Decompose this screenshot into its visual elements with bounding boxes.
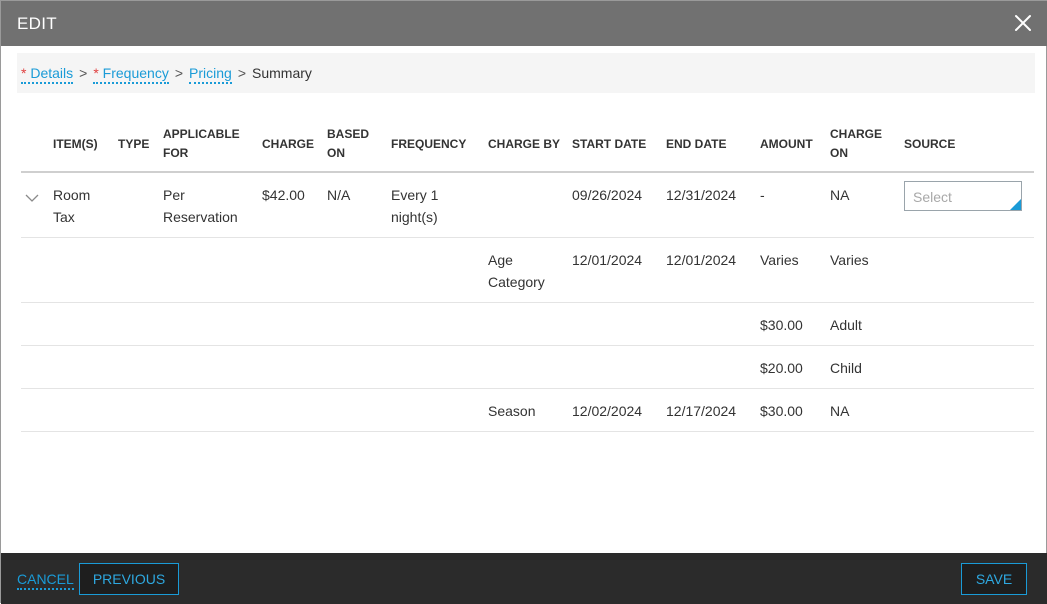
edit-dialog: EDIT * Details > * Frequency > Pricing > Summa… (0, 0, 1047, 604)
cell-amount: $30.00 (756, 302, 826, 346)
expand-column-header (21, 117, 49, 173)
cell-charge-by: Age Category (484, 237, 568, 303)
breadcrumb-separator: > (79, 65, 88, 81)
cell-charge: $42.00 (258, 172, 323, 238)
cell-end-date: 12/17/2024 (662, 388, 756, 432)
dialog-title: EDIT (17, 14, 57, 33)
table-row: Room Tax Per Reservation $42.00 N/A Ever… (21, 172, 1034, 238)
column-header-source: SOURCE (900, 117, 1034, 173)
cell-charge-on: NA (826, 172, 900, 238)
charges-table: ITEM(S) TYPE APPLICABLE FOR CHARGE BASED… (21, 117, 1034, 432)
cell-end-date: 12/31/2024 (662, 172, 756, 238)
cell-charge-by: Season (484, 388, 568, 432)
column-header-based-on: BASED ON (323, 117, 387, 173)
breadcrumb-summary: Summary (252, 65, 312, 81)
column-header-frequency: FREQUENCY (387, 117, 484, 173)
cell-applicable-for: Per Reservation (159, 172, 258, 238)
table-row: $20.00 Child (21, 345, 1034, 389)
breadcrumb-separator: > (237, 65, 246, 81)
table-row: Season 12/02/2024 12/17/2024 $30.00 NA (21, 388, 1034, 432)
dropdown-corner-icon (1010, 199, 1021, 210)
previous-button[interactable]: PREVIOUS (79, 563, 179, 595)
column-header-end-date: END DATE (662, 117, 756, 173)
dialog-footer: CANCEL PREVIOUS SAVE (1, 553, 1047, 604)
expand-cell (21, 172, 49, 238)
table-row: Age Category 12/01/2024 12/01/2024 Varie… (21, 237, 1034, 303)
required-marker: * (21, 65, 27, 81)
cell-item: Room Tax (49, 172, 114, 238)
breadcrumb-details[interactable]: * Details (21, 65, 74, 84)
source-select[interactable]: Select (904, 181, 1022, 211)
column-header-charge-by: CHARGE BY (484, 117, 568, 173)
cell-amount: $20.00 (756, 345, 826, 389)
column-header-amount: AMOUNT (756, 117, 826, 173)
cancel-link[interactable]: CANCEL (17, 571, 74, 590)
column-header-charge: CHARGE (258, 117, 323, 173)
cell-end-date: 12/01/2024 (662, 237, 756, 303)
column-header-type: TYPE (114, 117, 159, 173)
table-row: $30.00 Adult (21, 302, 1034, 346)
cell-charge-on: Varies (826, 237, 900, 303)
cell-based-on: N/A (323, 172, 387, 238)
cell-frequency: Every 1 night(s) (387, 172, 484, 238)
close-icon[interactable] (1012, 12, 1034, 34)
column-header-charge-on: CHARGE ON (826, 117, 900, 173)
dialog-titlebar: EDIT (1, 1, 1047, 46)
cell-amount: $30.00 (756, 388, 826, 432)
breadcrumb-frequency[interactable]: * Frequency (93, 65, 169, 84)
save-button[interactable]: SAVE (961, 563, 1027, 595)
cell-charge-on: NA (826, 388, 900, 432)
chevron-down-icon[interactable] (25, 187, 39, 209)
cell-charge-by (484, 172, 568, 238)
cell-charge-on: Child (826, 345, 900, 389)
table-header-row: ITEM(S) TYPE APPLICABLE FOR CHARGE BASED… (21, 117, 1034, 173)
column-header-applicable-for: APPLICABLE FOR (159, 117, 258, 173)
source-select-placeholder: Select (913, 189, 952, 205)
column-header-items: ITEM(S) (49, 117, 114, 173)
breadcrumb-pricing[interactable]: Pricing (189, 65, 232, 84)
breadcrumb: * Details > * Frequency > Pricing > Summary (17, 53, 1035, 93)
column-header-start-date: START DATE (568, 117, 662, 173)
cell-start-date: 12/01/2024 (568, 237, 662, 303)
cell-source: Select (900, 172, 1034, 238)
required-marker: * (93, 65, 99, 81)
cell-amount: - (756, 172, 826, 238)
cell-amount: Varies (756, 237, 826, 303)
breadcrumb-separator: > (174, 65, 184, 81)
cell-start-date: 09/26/2024 (568, 172, 662, 238)
cell-charge-on: Adult (826, 302, 900, 346)
cell-start-date: 12/02/2024 (568, 388, 662, 432)
cell-type (114, 172, 159, 238)
